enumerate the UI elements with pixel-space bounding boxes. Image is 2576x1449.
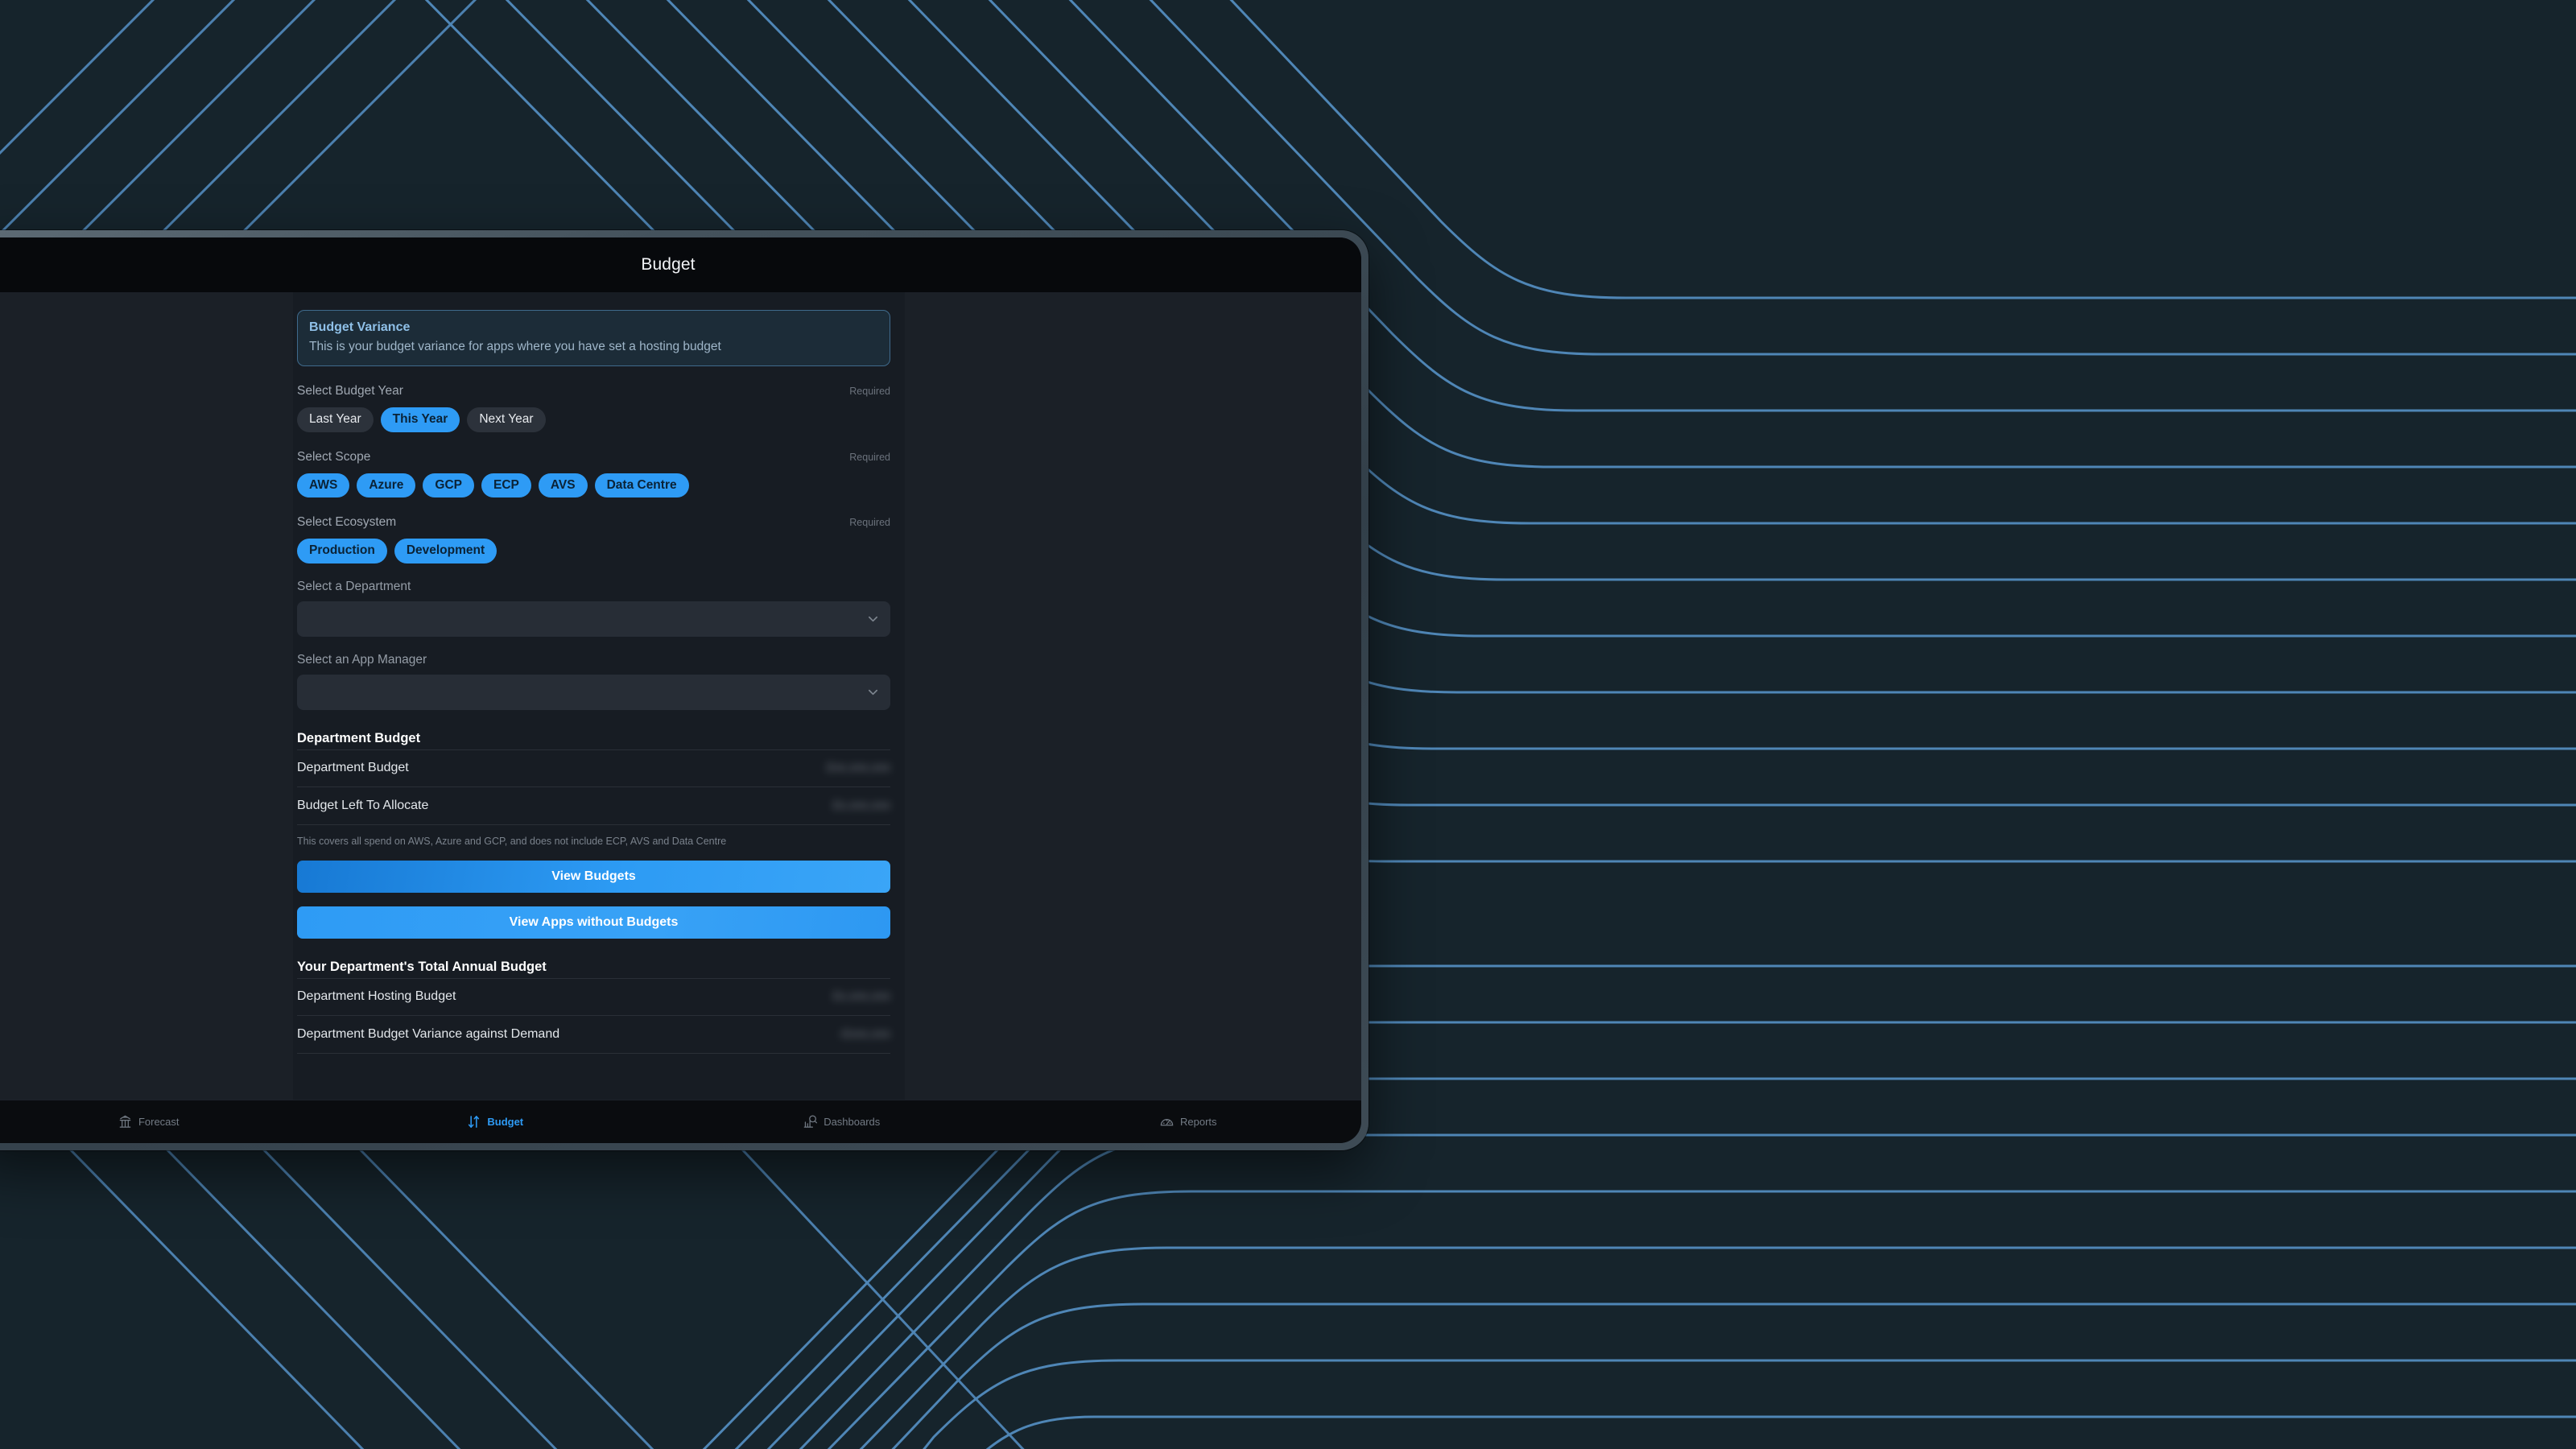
row-key-budget-left-to-allocate: Budget Left To Allocate	[297, 798, 429, 812]
budget-variance-banner: Budget Variance This is your budget vari…	[297, 310, 890, 367]
forecast-bank-icon	[118, 1114, 133, 1129]
tab-forecast-label: Forecast	[138, 1116, 180, 1128]
field-budget-year-required: Required	[849, 386, 890, 398]
field-ecosystem-header: Select Ecosystem Required	[297, 515, 890, 530]
chevron-down-icon	[867, 686, 879, 698]
view-apps-without-budgets-button[interactable]: View Apps without Budgets	[297, 906, 890, 939]
table-row: Department Hosting Budget £x,xxx,xxx	[297, 977, 890, 1016]
chip-aws[interactable]: AWS	[297, 473, 350, 498]
field-budget-year-header: Select Budget Year Required	[297, 384, 890, 398]
app-manager-select[interactable]	[297, 674, 890, 710]
chevron-down-icon	[867, 613, 879, 625]
page-title: Budget	[641, 255, 696, 274]
field-ecosystem-label: Select Ecosystem	[297, 515, 397, 530]
row-value-budget-left-to-allocate: £x,xxx,xxx	[832, 798, 890, 812]
device-frame: Budget Budget Variance This is your budg…	[0, 230, 1368, 1150]
bottom-tab-bar: Forecast Budget Dashboards Reports	[0, 1100, 1361, 1143]
chip-next-year[interactable]: Next Year	[467, 407, 546, 432]
app-titlebar: Budget	[0, 237, 1361, 292]
table-row: Department Budget Variance against Deman…	[297, 1016, 890, 1054]
banner-description: This is your budget variance for apps wh…	[309, 340, 721, 353]
row-value-department-budget-variance: -£xxx,xxx	[838, 1026, 890, 1041]
device-screen: Budget Budget Variance This is your budg…	[0, 237, 1361, 1143]
chip-gcp[interactable]: GCP	[423, 473, 474, 498]
field-department-label: Select a Department	[297, 579, 411, 593]
tab-dashboards[interactable]: Dashboards	[668, 1100, 1015, 1143]
field-app-manager: Select an App Manager	[293, 653, 905, 710]
field-budget-year-label: Select Budget Year	[297, 384, 403, 398]
scope-chip-row: AWS Azure GCP ECP AVS Data Centre	[297, 473, 890, 498]
field-scope-required: Required	[849, 451, 890, 463]
field-department: Select a Department	[293, 580, 905, 637]
table-row: Department Budget £xx,xxx,xxx	[297, 749, 890, 787]
row-key-department-budget-variance: Department Budget Variance against Deman…	[297, 1026, 560, 1041]
department-budget-heading: Department Budget	[297, 730, 421, 745]
field-budget-year: Select Budget Year Required Last Year Th…	[293, 384, 905, 432]
department-budget-footnote: This covers all spend on AWS, Azure and …	[297, 835, 727, 847]
row-value-department-hosting-budget: £x,xxx,xxx	[832, 989, 890, 1004]
department-select[interactable]	[297, 601, 890, 637]
dashboards-search-icon	[803, 1114, 818, 1129]
chip-production[interactable]: Production	[297, 539, 387, 564]
chip-ecp[interactable]: ECP	[481, 473, 531, 498]
tab-forecast[interactable]: Forecast	[0, 1100, 322, 1143]
ecosystem-chip-row: Production Development	[297, 539, 890, 564]
budget-year-chip-row: Last Year This Year Next Year	[297, 407, 890, 432]
tab-budget[interactable]: Budget	[322, 1100, 669, 1143]
app-scroll-area[interactable]: Budget Variance This is your budget vari…	[0, 292, 1361, 1100]
row-value-department-budget: £xx,xxx,xxx	[826, 761, 890, 775]
field-scope: Select Scope Required AWS Azure GCP ECP …	[293, 450, 905, 498]
table-row: Budget Left To Allocate £x,xxx,xxx	[297, 787, 890, 825]
tab-budget-label: Budget	[487, 1116, 524, 1128]
chip-azure[interactable]: Azure	[357, 473, 416, 498]
chip-avs[interactable]: AVS	[538, 473, 588, 498]
field-scope-label: Select Scope	[297, 449, 371, 464]
field-app-manager-label: Select an App Manager	[297, 652, 427, 667]
reports-gauge-icon	[1159, 1114, 1174, 1129]
chip-development[interactable]: Development	[394, 539, 497, 564]
field-ecosystem-required: Required	[849, 517, 890, 529]
row-key-department-budget: Department Budget	[297, 761, 409, 775]
field-scope-header: Select Scope Required	[297, 450, 890, 464]
row-key-department-hosting-budget: Department Hosting Budget	[297, 989, 456, 1004]
content-column: Budget Variance This is your budget vari…	[293, 292, 905, 1100]
banner-title: Budget Variance	[309, 320, 411, 334]
chip-this-year[interactable]: This Year	[380, 407, 460, 432]
annual-budget-heading: Your Department's Total Annual Budget	[297, 959, 547, 974]
budget-arrows-icon	[466, 1114, 481, 1129]
view-budgets-button[interactable]: View Budgets	[297, 860, 890, 893]
chip-last-year[interactable]: Last Year	[297, 407, 374, 432]
tab-dashboards-label: Dashboards	[824, 1116, 881, 1128]
tab-reports[interactable]: Reports	[1015, 1100, 1362, 1143]
chip-data-centre[interactable]: Data Centre	[594, 473, 689, 498]
tab-reports-label: Reports	[1179, 1116, 1217, 1128]
field-ecosystem: Select Ecosystem Required Production Dev…	[293, 515, 905, 564]
